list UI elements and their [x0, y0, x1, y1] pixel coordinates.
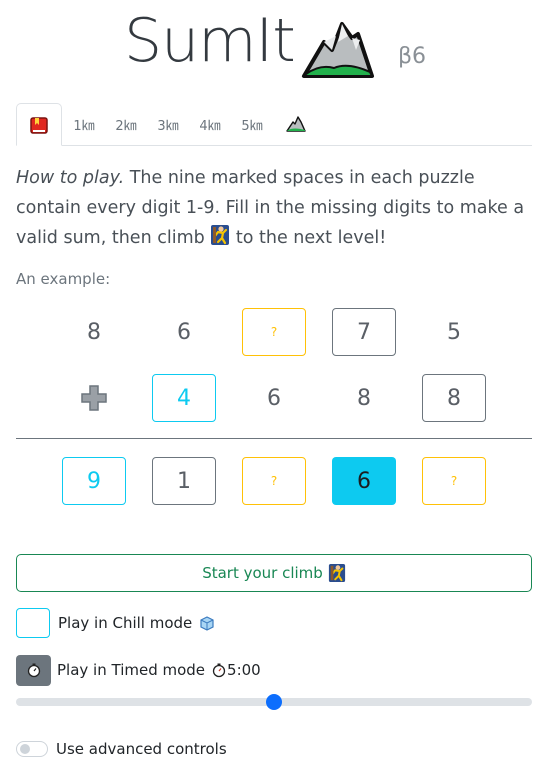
switch-knob [20, 744, 30, 754]
advanced-controls-row: Use advanced controls [16, 738, 227, 760]
stopwatch-icon [27, 663, 40, 678]
stopwatch-icon [212, 663, 226, 678]
tab-2km[interactable]: 2㎞ [108, 103, 144, 145]
timed-mode-label: Play in Timed mode [57, 661, 206, 679]
mountain-icon [286, 116, 306, 132]
red-book-icon [30, 116, 48, 134]
example-cell: 6 [267, 385, 281, 411]
example-label: An example: [16, 270, 111, 288]
tab-5km[interactable]: 5㎞ [234, 103, 270, 145]
example-cell: 6 [177, 319, 191, 345]
tab-rules[interactable] [16, 103, 62, 146]
time-slider-thumb[interactable] [266, 694, 282, 710]
advanced-controls-label: Use advanced controls [56, 740, 227, 758]
example-cell: 8 [357, 385, 371, 411]
climber-icon [211, 225, 230, 245]
chill-mode-checkbox[interactable] [16, 608, 50, 638]
tab-4km[interactable]: 4㎞ [192, 103, 228, 145]
tab-3km[interactable]: 3㎞ [150, 103, 186, 145]
instructions-text-end: to the next level! [230, 228, 387, 248]
example-cell: 8 [87, 319, 101, 345]
example-cell: 9 [62, 457, 126, 505]
example-cell: 5 [447, 319, 461, 345]
start-climb-button[interactable]: Start your climb [16, 554, 532, 592]
timed-mode-row: Play in Timed mode 5:00 [16, 654, 261, 686]
version-badge: β6 [398, 44, 427, 69]
plus-icon [62, 374, 126, 422]
instructions: How to play. The nine marked spaces in e… [16, 163, 532, 253]
example-cell: 1 [152, 457, 216, 505]
climber-icon [328, 564, 345, 582]
example-cell-unknown: ? [422, 457, 486, 505]
example-cell: 7 [332, 308, 396, 356]
tab-summit[interactable] [278, 103, 314, 145]
example-cell: 4 [152, 374, 216, 422]
example-cell-unknown: ? [242, 308, 306, 356]
start-climb-label: Start your climb [202, 564, 323, 582]
sum-divider [16, 438, 532, 439]
example-cell: 8 [422, 374, 486, 422]
app-title: SumIt [124, 6, 296, 76]
level-tabs: 1㎞ 2㎞ 3㎞ 4㎞ 5㎞ [16, 103, 532, 146]
example-cell-unknown: ? [242, 457, 306, 505]
advanced-controls-switch[interactable] [16, 741, 48, 757]
example-cell-selected: 6 [332, 457, 396, 505]
instructions-lead: How to play. [16, 168, 125, 188]
timed-mode-toggle[interactable] [16, 654, 51, 686]
timed-mode-value: 5:00 [227, 661, 261, 679]
chill-mode-row: Play in Chill mode [16, 607, 216, 639]
mountain-icon [301, 22, 374, 78]
tab-1km[interactable]: 1㎞ [66, 103, 102, 145]
header: SumIt β6 [0, 0, 543, 95]
chill-mode-label: Play in Chill mode [58, 614, 193, 632]
ice-cube-icon [200, 616, 214, 631]
